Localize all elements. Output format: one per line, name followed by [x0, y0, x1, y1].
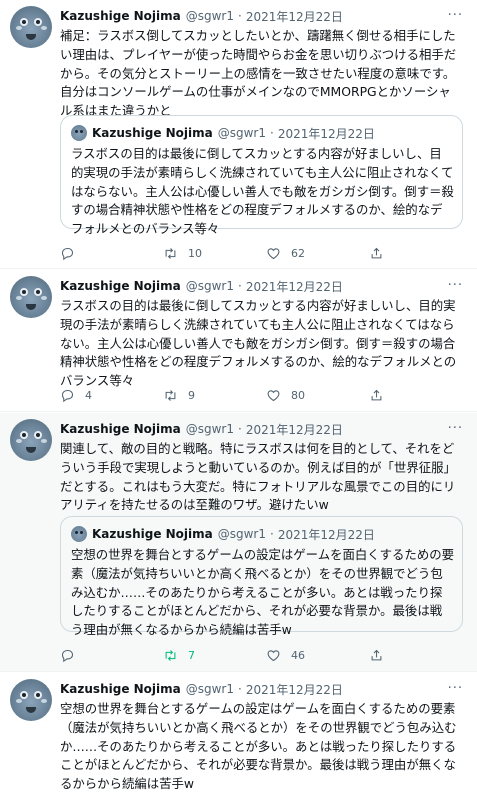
quoted-author-name: Kazushige Nojima: [92, 126, 213, 140]
retweet-count: 9: [188, 388, 195, 402]
tweet[interactable]: Kazushige Nojima @sgwr1 · 2021年12月22日 ··…: [0, 673, 477, 791]
reply-icon: [61, 649, 74, 662]
more-dots-icon[interactable]: ···: [448, 8, 463, 23]
avatar[interactable]: [10, 6, 52, 48]
retweet-count: 10: [188, 246, 202, 260]
more-dots-icon[interactable]: ···: [448, 681, 463, 696]
quoted-tweet-text: 空想の世界を舞台とするゲームの設定はゲームを面白くするための要素（魔法が気持ちい…: [71, 547, 454, 638]
separator-dot: ·: [238, 9, 242, 23]
heart-icon: [267, 389, 280, 401]
quoted-author-name: Kazushige Nojima: [92, 527, 213, 541]
author-handle[interactable]: @sgwr1: [186, 682, 234, 696]
share-icon: [371, 649, 382, 660]
share-icon: [371, 247, 382, 258]
tweet-header: Kazushige Nojima @sgwr1 · 2021年12月22日: [60, 278, 343, 294]
tweet-text: 補足：ラスボス倒してスカッとしたいとか、躊躇無く倒せる相手にしたい理由は、プレイ…: [60, 28, 457, 119]
reply-button[interactable]: [60, 246, 163, 261]
tweet-header: Kazushige Nojima @sgwr1 · 2021年12月22日: [60, 421, 343, 437]
heart-icon: [267, 247, 280, 259]
like-button[interactable]: 80: [266, 388, 369, 403]
tweet-actions: 4 9 80: [60, 386, 472, 404]
tweet-actions: 7 46: [60, 646, 472, 664]
like-button[interactable]: 46: [266, 648, 369, 663]
separator-dot: ·: [270, 527, 274, 541]
like-count: 46: [291, 648, 305, 662]
reply-button[interactable]: 4: [60, 388, 163, 403]
retweet-icon: [165, 389, 176, 401]
quoted-tweet[interactable]: Kazushige Nojima @sgwr1 · 2021年12月22日 空想…: [60, 516, 463, 637]
quoted-tweet-header: Kazushige Nojima @sgwr1 · 2021年12月22日: [71, 125, 375, 141]
retweet-icon: [165, 649, 176, 661]
avatar[interactable]: [10, 276, 52, 318]
tweet[interactable]: Kazushige Nojima @sgwr1 · 2021年12月22日 ··…: [0, 0, 477, 269]
author-name[interactable]: Kazushige Nojima: [60, 422, 181, 436]
quoted-tweet-date: 2021年12月22日: [277, 527, 375, 542]
tweet-date[interactable]: 2021年12月22日: [246, 681, 343, 698]
share-button[interactable]: [369, 246, 472, 261]
retweet-count: 7: [188, 648, 195, 662]
author-name[interactable]: Kazushige Nojima: [60, 9, 181, 23]
retweet-icon: [165, 247, 176, 259]
author-handle[interactable]: @sgwr1: [186, 9, 234, 23]
tweet-text: 空想の世界を舞台とするゲームの設定はゲームを面白くするための要素（魔法が気持ちい…: [60, 701, 457, 792]
author-handle[interactable]: @sgwr1: [186, 422, 234, 436]
author-handle[interactable]: @sgwr1: [186, 279, 234, 293]
share-button[interactable]: [369, 648, 472, 663]
tweet-actions: 10 62: [60, 244, 472, 262]
retweet-button[interactable]: 10: [163, 246, 266, 261]
reply-count: 4: [85, 388, 92, 402]
reply-icon: [61, 247, 74, 260]
tweet[interactable]: Kazushige Nojima @sgwr1 · 2021年12月22日 ··…: [0, 270, 477, 412]
reply-icon: [61, 389, 74, 402]
tweet-text: 関連して、敵の目的と戦略。特にラスボスは何を目的として、それをどういう手段で実現…: [60, 441, 456, 513]
retweet-button[interactable]: 7: [163, 648, 266, 663]
like-count: 62: [291, 246, 305, 260]
avatar[interactable]: [10, 419, 52, 461]
author-name[interactable]: Kazushige Nojima: [60, 682, 181, 696]
tweet-date[interactable]: 2021年12月22日: [246, 421, 343, 438]
reply-button[interactable]: [60, 648, 163, 663]
quoted-tweet-header: Kazushige Nojima @sgwr1 · 2021年12月22日: [71, 526, 375, 542]
separator-dot: ·: [238, 682, 242, 696]
more-dots-icon[interactable]: ···: [448, 421, 463, 436]
quoted-avatar: [71, 125, 87, 141]
quoted-tweet-date: 2021年12月22日: [277, 126, 375, 141]
avatar[interactable]: [10, 679, 52, 721]
tweet-header: Kazushige Nojima @sgwr1 · 2021年12月22日: [60, 681, 343, 697]
quoted-author-handle: @sgwr1: [217, 126, 267, 140]
separator-dot: ·: [238, 422, 242, 436]
like-button[interactable]: 62: [266, 246, 369, 261]
tweet-date[interactable]: 2021年12月22日: [246, 278, 343, 295]
tweet-text: ラスボスの目的は最後に倒してスカッとする内容が好ましいし、目的実現の手法が素晴ら…: [60, 298, 457, 389]
quoted-author-handle: @sgwr1: [217, 527, 267, 541]
separator-dot: ·: [270, 126, 274, 140]
like-count: 80: [291, 388, 305, 402]
quoted-tweet[interactable]: Kazushige Nojima @sgwr1 · 2021年12月22日 ラス…: [60, 115, 463, 236]
share-button[interactable]: [369, 388, 472, 403]
quoted-tweet-text: ラスボスの目的は最後に倒してスカッとする内容が好ましいし、目的実現の手法が素晴ら…: [71, 146, 454, 237]
tweet[interactable]: Kazushige Nojima @sgwr1 · 2021年12月22日 ··…: [0, 413, 477, 672]
author-name[interactable]: Kazushige Nojima: [60, 279, 181, 293]
share-icon: [371, 389, 382, 400]
heart-icon: [267, 649, 280, 661]
more-dots-icon[interactable]: ···: [448, 278, 463, 293]
separator-dot: ·: [238, 279, 242, 293]
tweet-header: Kazushige Nojima @sgwr1 · 2021年12月22日: [60, 8, 343, 24]
quoted-avatar: [71, 526, 87, 542]
retweet-button[interactable]: 9: [163, 388, 266, 403]
tweet-date[interactable]: 2021年12月22日: [246, 8, 343, 25]
